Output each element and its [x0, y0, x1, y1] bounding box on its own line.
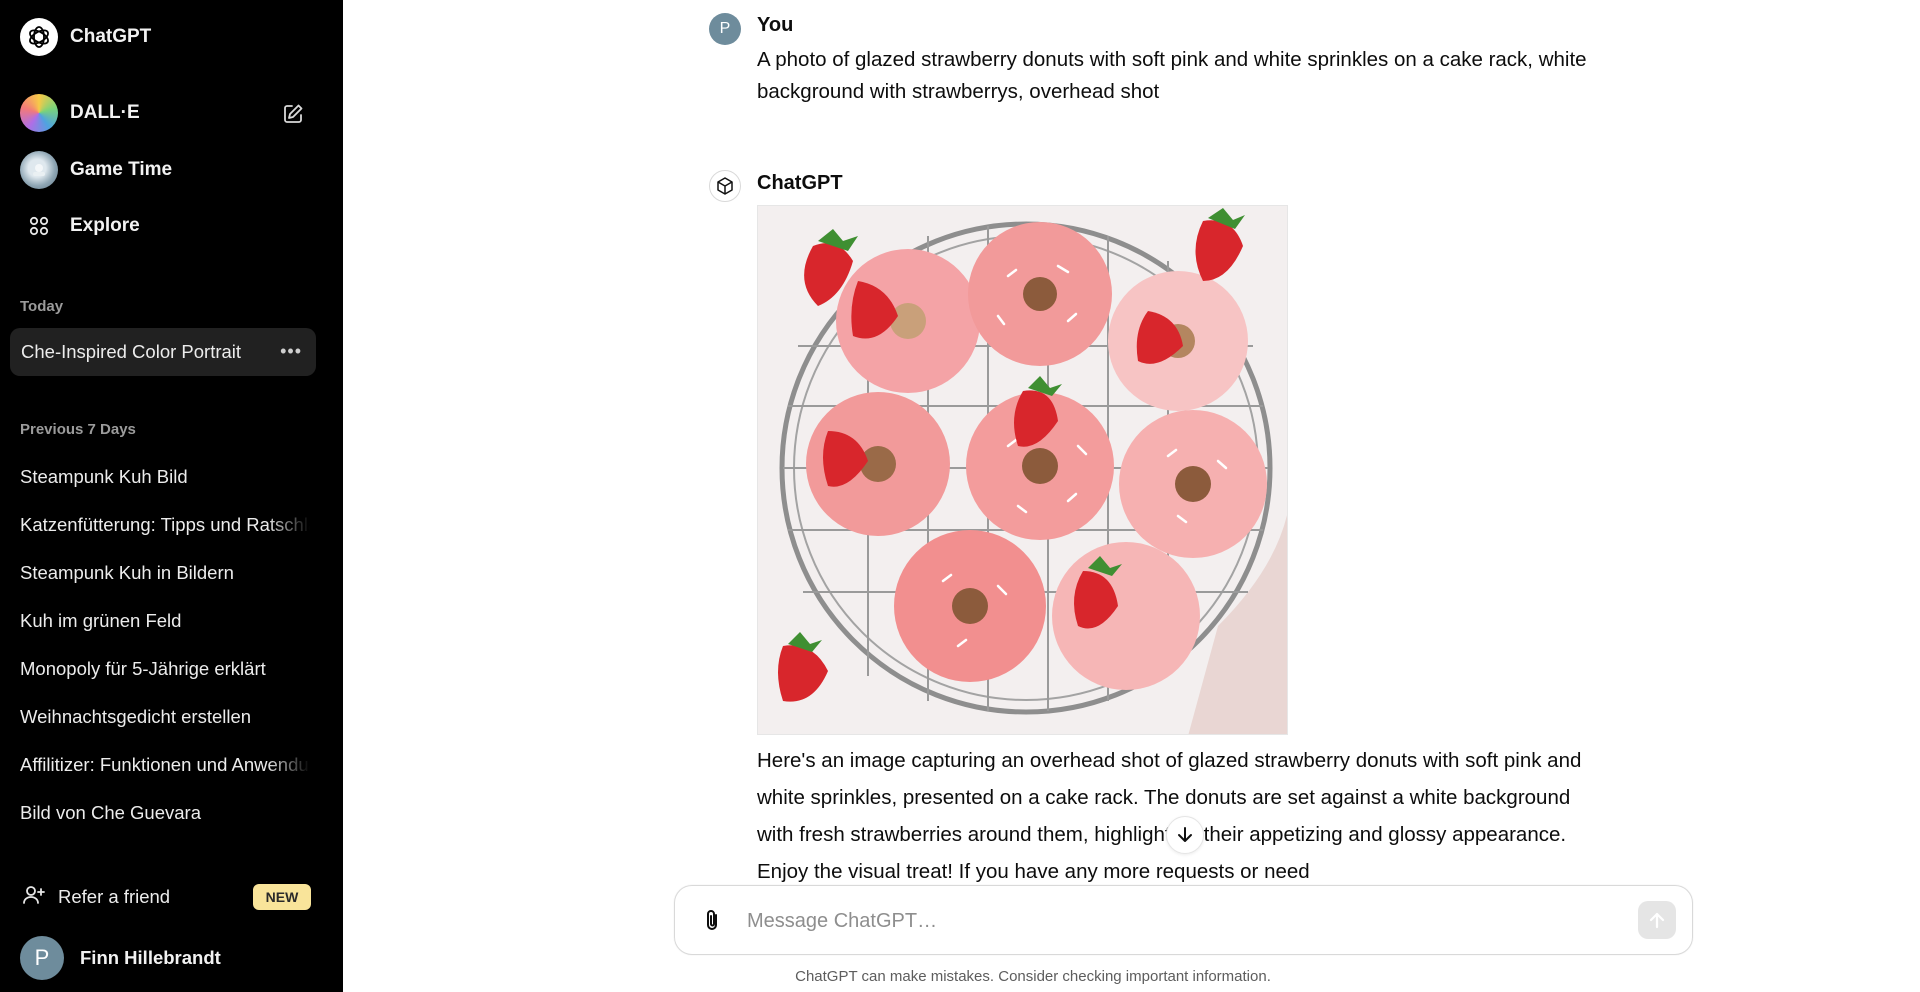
new-badge: NEW	[253, 884, 311, 910]
chat-item-active[interactable]: Che-Inspired Color Portrait •••	[10, 328, 316, 376]
more-options-icon[interactable]: •••	[280, 341, 302, 362]
new-chat-brand-button[interactable]: ChatGPT	[10, 14, 316, 60]
history-fade	[0, 820, 343, 860]
game-time-icon	[20, 151, 58, 189]
arrow-up-icon	[1649, 912, 1665, 929]
refer-friend-label: Refer a friend	[58, 886, 171, 907]
section-label-previous: Previous 7 Days	[20, 421, 136, 438]
user-author-label: You	[757, 14, 794, 36]
chat-history-item[interactable]: Steampunk Kuh Bild	[20, 466, 310, 488]
user-avatar: P	[20, 936, 64, 980]
user-menu[interactable]: P Finn Hillebrandt	[20, 936, 221, 980]
sidebar: ChatGPT DALL·E Game Time Explore Today C…	[0, 0, 343, 992]
user-message-avatar: P	[709, 13, 741, 45]
chat-history-item[interactable]: Affilitizer: Funktionen und Anwendung	[20, 754, 310, 776]
chat-history-item[interactable]: Weihnachtsgedicht erstellen	[20, 706, 310, 728]
assistant-message-text: Here's an image capturing an overhead sh…	[757, 749, 1582, 883]
chatgpt-app: ChatGPT DALL·E Game Time Explore Today C…	[0, 0, 1920, 992]
message-input[interactable]	[747, 902, 1607, 940]
sidebar-item-explore[interactable]: Explore	[10, 203, 316, 249]
message-composer	[674, 885, 1693, 955]
sidebar-item-label: Explore	[70, 215, 140, 236]
sidebar-item-dalle[interactable]: DALL·E	[10, 90, 316, 136]
sidebar-item-label: Game Time	[70, 159, 173, 180]
user-name: Finn Hillebrandt	[80, 947, 221, 968]
disclaimer-text: ChatGPT can make mistakes. Consider chec…	[795, 968, 1271, 985]
conversation-panel: P You A photo of glazed strawberry donut…	[343, 0, 1920, 992]
arrow-down-icon	[1178, 827, 1192, 842]
openai-logo-icon	[20, 18, 58, 56]
sidebar-item-label: DALL·E	[70, 102, 140, 123]
explore-grid-icon	[20, 207, 58, 245]
new-chat-edit-icon[interactable]	[279, 100, 307, 128]
chat-history-list: Steampunk Kuh Bild Katzenfütterung: Tipp…	[0, 452, 343, 854]
send-button[interactable]	[1638, 901, 1676, 939]
chat-history-item[interactable]: Katzenfütterung: Tipps und Ratschläge	[20, 514, 310, 536]
attach-paperclip-icon[interactable]	[697, 906, 727, 936]
chat-history-item[interactable]: Steampunk Kuh in Bildern	[20, 562, 310, 584]
assistant-avatar	[709, 170, 741, 202]
donut-image-illustration	[758, 206, 1287, 734]
chat-item-title: Che-Inspired Color Portrait	[21, 341, 242, 362]
scroll-to-bottom-button[interactable]	[1166, 816, 1204, 854]
sidebar-item-game-time[interactable]: Game Time	[10, 147, 316, 193]
user-message-text: A photo of glazed strawberry donuts with…	[757, 48, 1587, 103]
add-user-icon	[22, 883, 46, 912]
chat-history-item[interactable]: Kuh im grünen Feld	[20, 610, 310, 632]
section-label-today: Today	[20, 298, 64, 315]
assistant-author-label: ChatGPT	[757, 172, 843, 194]
brand-label: ChatGPT	[70, 26, 152, 47]
chat-history-item[interactable]: Monopoly für 5-Jährige erklärt	[20, 658, 310, 680]
generated-donut-image[interactable]	[757, 205, 1288, 735]
dalle-icon	[20, 94, 58, 132]
